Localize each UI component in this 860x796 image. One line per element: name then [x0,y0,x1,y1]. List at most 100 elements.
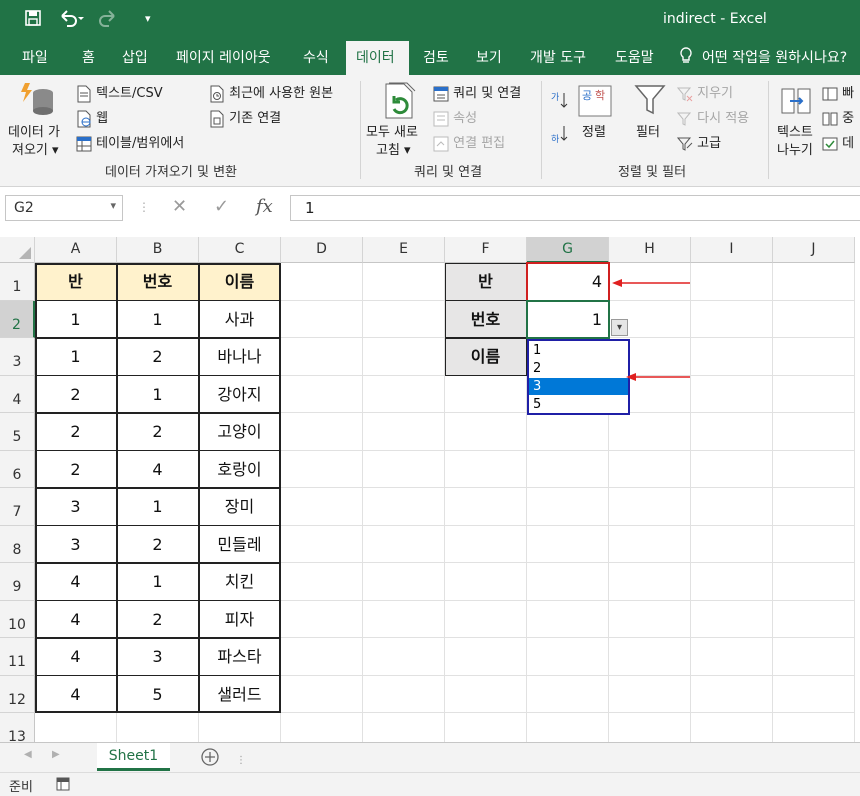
cell[interactable] [281,300,363,338]
table-cell[interactable]: 4 [35,638,117,676]
table-cell[interactable]: 피자 [199,600,281,638]
refresh-all-label2[interactable]: 고침 ▾ [376,139,411,158]
sort-descending-icon[interactable]: 하 [551,124,569,148]
customize-qat-icon[interactable]: ▾ [145,12,151,25]
text-csv-button[interactable]: 텍스트/CSV [76,82,163,103]
cell[interactable] [609,563,691,601]
row-header-5[interactable]: 5 [0,413,35,451]
table-cell[interactable]: 장미 [199,488,281,526]
tab-help[interactable]: 도움말 [615,47,654,67]
cell[interactable] [363,525,445,563]
row-header-10[interactable]: 10 [0,600,35,638]
flash-fill-button[interactable]: 빠 [822,82,854,102]
cell[interactable] [445,638,527,676]
cell[interactable] [281,450,363,488]
table-cell[interactable]: 2 [35,413,117,451]
cell[interactable] [773,338,855,376]
cell[interactable] [363,713,445,742]
cell[interactable] [445,600,527,638]
row-header-1[interactable]: 1 [0,263,35,301]
tab-split-handle[interactable]: ⋮ [236,755,246,766]
macro-record-icon[interactable] [56,777,70,795]
save-icon[interactable] [24,9,42,31]
table-cell[interactable]: 5 [117,675,199,713]
existing-connections-button[interactable]: 기존 연결 [209,107,281,128]
dropdown-option[interactable]: 5 [533,396,628,413]
cell[interactable] [445,525,527,563]
cell[interactable] [445,450,527,488]
cell[interactable] [691,675,773,713]
cell[interactable] [281,263,363,301]
tab-home[interactable]: 홈 [82,47,95,67]
cell[interactable] [363,563,445,601]
table-header-cell[interactable]: 이름 [199,263,281,301]
cell[interactable] [773,263,855,301]
cell[interactable] [199,713,281,742]
cell[interactable] [281,488,363,526]
cell[interactable] [609,675,691,713]
cell[interactable] [773,675,855,713]
tab-review[interactable]: 검토 [423,47,449,67]
row-header-13[interactable]: 13 [0,713,35,742]
row-header-6[interactable]: 6 [0,450,35,488]
web-button[interactable]: 웹 [76,107,108,128]
cell[interactable] [691,338,773,376]
cell[interactable] [691,488,773,526]
table-cell[interactable]: 고양이 [199,413,281,451]
insert-function-icon[interactable]: fx [256,196,273,217]
cell[interactable] [281,713,363,742]
cell[interactable] [773,563,855,601]
cell[interactable] [363,375,445,413]
sort-dialog-icon[interactable]: 공학 [578,85,612,121]
table-cell[interactable]: 민들레 [199,525,281,563]
refresh-all-label1[interactable]: 모두 새로 [366,121,418,140]
cell[interactable] [527,488,609,526]
cell[interactable] [363,600,445,638]
chevron-down-icon[interactable]: ▾ [110,199,116,212]
cell[interactable] [445,563,527,601]
cell[interactable] [363,638,445,676]
tab-developer[interactable]: 개발 도구 [530,47,586,67]
row-header-3[interactable]: 3 [0,338,35,376]
tab-insert[interactable]: 삽입 [122,47,148,67]
cell[interactable] [773,375,855,413]
table-header-cell[interactable]: 번호 [117,263,199,301]
cell[interactable] [609,525,691,563]
cell[interactable] [363,675,445,713]
table-cell[interactable]: 샐러드 [199,675,281,713]
cell[interactable] [281,525,363,563]
table-cell[interactable]: 3 [35,525,117,563]
row-header-4[interactable]: 4 [0,375,35,413]
lookup-label-cell[interactable]: 반 [445,263,527,301]
lookup-label-cell[interactable]: 이름 [445,338,527,376]
cell[interactable] [691,450,773,488]
table-cell[interactable]: 2 [117,525,199,563]
cell[interactable] [281,375,363,413]
advanced-filter-button[interactable]: 고급 [677,132,721,152]
cell[interactable] [609,413,691,451]
column-header-j[interactable]: J [773,237,855,263]
table-cell[interactable]: 2 [117,338,199,376]
cell[interactable] [773,300,855,338]
get-data-button[interactable] [14,81,60,121]
cell[interactable] [773,638,855,676]
cell[interactable] [281,563,363,601]
cell[interactable] [527,713,609,742]
cell[interactable] [773,450,855,488]
row-header-8[interactable]: 8 [0,525,35,563]
undo-icon[interactable] [58,9,84,31]
table-cell[interactable]: 호랑이 [199,450,281,488]
cell[interactable] [527,675,609,713]
column-header-b[interactable]: B [117,237,199,263]
cell[interactable] [445,488,527,526]
recent-sources-button[interactable]: 최근에 사용한 원본 [209,82,333,103]
cell[interactable] [773,713,855,742]
cell[interactable] [691,375,773,413]
cell[interactable] [691,713,773,742]
text-to-columns-icon[interactable] [780,85,812,121]
table-cell[interactable]: 4 [35,563,117,601]
cell[interactable] [609,638,691,676]
row-header-12[interactable]: 12 [0,675,35,713]
cell[interactable] [363,338,445,376]
get-data-label1[interactable]: 데이터 가 [8,121,60,140]
